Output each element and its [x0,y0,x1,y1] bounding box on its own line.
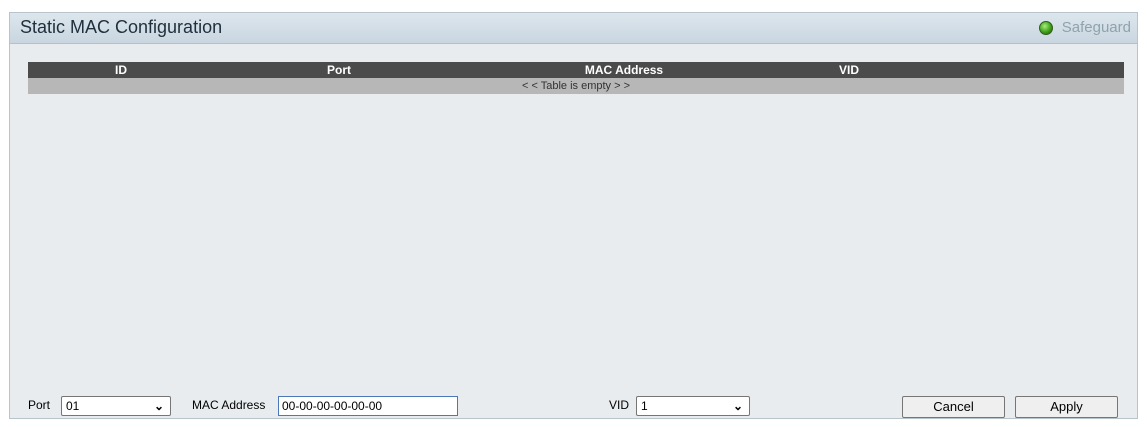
port-label: Port [28,398,51,412]
apply-button[interactable]: Apply [1015,396,1118,418]
panel-titlebar: Static MAC Configuration Safeguard [10,13,1137,44]
chevron-down-icon: ⌄ [732,399,743,413]
status-indicator-icon [1038,20,1053,35]
table-header-row: ID Port MAC Address VID [28,62,1124,78]
table-empty-row: < < Table is empty > > [28,78,1124,94]
column-header-spacer [914,62,1124,78]
port-select-value: 01 [66,399,80,413]
vid-label: VID [609,398,630,412]
vid-select[interactable]: 1 ⌄ [636,396,750,416]
column-header-id: ID [115,63,127,77]
mac-address-label: MAC Address [192,398,266,412]
safeguard-label: Safeguard [1061,19,1131,36]
chevron-down-icon: ⌄ [153,399,164,413]
cancel-button[interactable]: Cancel [902,396,1005,418]
column-header-vid: VID [838,63,859,77]
vid-select-value: 1 [641,399,648,413]
port-select[interactable]: 01 ⌄ [61,396,171,416]
static-mac-table: ID Port MAC Address VID < < Table is emp… [28,62,1124,94]
mac-address-input[interactable]: 00-00-00-00-00-00 [278,396,458,416]
column-header-port: Port [327,63,351,77]
page-title: Static MAC Configuration [20,17,223,37]
column-header-mac-address: MAC Address [584,63,664,77]
safeguard-indicator: Safeguard [1038,19,1131,36]
static-mac-panel: Static MAC Configuration Safeguard ID Po… [9,12,1138,419]
add-entry-form: Port 01 ⌄ MAC Address 00-00-00-00-00-00 … [10,394,1137,418]
